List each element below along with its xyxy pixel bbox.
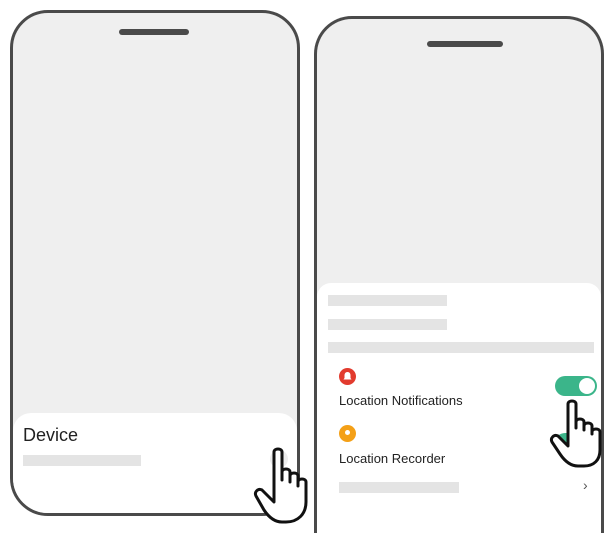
chevron-right-icon[interactable]: ›	[583, 477, 588, 493]
phone-speaker-notch	[119, 29, 189, 35]
device-title: Device	[23, 425, 79, 445]
location-notifications-label: Location Notifications	[339, 393, 463, 408]
placeholder-bar	[23, 455, 141, 466]
pointing-hand-icon	[550, 399, 602, 468]
location-notifications-toggle[interactable]	[555, 376, 597, 396]
left-phone-frame: Device ›	[10, 10, 300, 516]
bell-icon	[339, 368, 356, 385]
placeholder-bar	[328, 295, 447, 306]
phone-speaker-notch	[427, 41, 503, 47]
toggle-knob	[579, 378, 595, 394]
placeholder-bar	[339, 482, 459, 493]
placeholder-bar	[328, 319, 447, 330]
location-recorder-label: Location Recorder	[339, 451, 446, 466]
placeholder-bar	[328, 342, 594, 353]
pointing-hand-icon	[254, 447, 308, 524]
location-pin-icon	[339, 425, 356, 442]
